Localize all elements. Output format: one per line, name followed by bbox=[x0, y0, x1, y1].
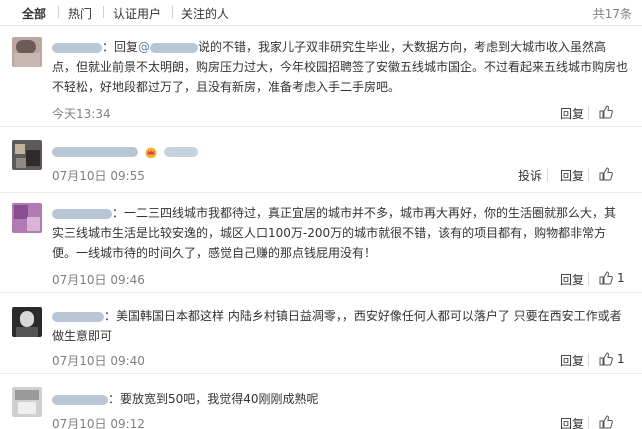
action-divider bbox=[588, 353, 589, 367]
comment-total-count: 共17条 bbox=[592, 7, 632, 21]
tab-hot[interactable]: 热门 bbox=[68, 5, 92, 22]
thumbs-up-icon[interactable] bbox=[599, 415, 613, 429]
avatar[interactable] bbox=[12, 37, 42, 67]
tab-verified-users[interactable]: 认证用户 bbox=[113, 5, 161, 22]
reply-prefix: ： bbox=[112, 206, 125, 220]
avatar[interactable] bbox=[12, 140, 42, 170]
avatar[interactable] bbox=[12, 203, 42, 233]
reply-button[interactable]: 回复 bbox=[560, 352, 584, 369]
report-button[interactable]: 投诉 bbox=[518, 167, 542, 184]
comment-body: 一二三四线城市我都待过，真正宜居的城市并不多，城市再大再好，你的生活圈就那么大，… bbox=[52, 206, 617, 260]
thumbs-up-icon[interactable] bbox=[599, 271, 613, 285]
avatar[interactable] bbox=[12, 307, 42, 337]
comment-time: 07月10日 09:55 bbox=[52, 169, 145, 183]
action-divider bbox=[588, 168, 589, 182]
mention-at[interactable]: @ bbox=[138, 40, 150, 54]
tab-divider bbox=[172, 6, 173, 18]
comment-time: 今天13:34 bbox=[52, 107, 111, 121]
username-blurred[interactable] bbox=[52, 146, 138, 157]
thumbs-up-icon[interactable] bbox=[599, 352, 613, 366]
action-divider bbox=[588, 106, 589, 120]
reply-button[interactable]: 回复 bbox=[560, 271, 584, 288]
comment-text: ：回复@ 说的不错，我家儿子双非研究生毕业，大数据方向，考虑到大城市收入虽然高点，… bbox=[52, 37, 628, 97]
username-blurred[interactable] bbox=[52, 208, 112, 219]
comment-time: 07月10日 09:40 bbox=[52, 354, 145, 368]
avatar[interactable] bbox=[12, 387, 42, 417]
comment-text bbox=[52, 141, 628, 161]
comment-body: 要放宽到50吧，我觉得40刚刚成熟呢 bbox=[120, 392, 319, 406]
reply-button[interactable]: 回复 bbox=[560, 415, 584, 429]
comment-item: 07月10日 09:55 投诉 回复 bbox=[0, 128, 642, 193]
username-blurred[interactable] bbox=[52, 42, 102, 53]
reply-prefix: ：回复 bbox=[102, 40, 139, 54]
comment-item: ：一二三四线城市我都待过，真正宜居的城市并不多，城市再大再好，你的生活圈就那么大… bbox=[0, 194, 642, 293]
mentioned-user-blurred[interactable] bbox=[150, 42, 199, 53]
tab-divider bbox=[58, 6, 59, 18]
comment-text: ：要放宽到50吧，我觉得40刚刚成熟呢 bbox=[52, 389, 628, 409]
comment-item: ：要放宽到50吧，我觉得40刚刚成熟呢 07月10日 09:12 回复 bbox=[0, 375, 642, 429]
comment-text: ：美国韩国日本都这样 内陆乡村镇日益凋零，，西安好像任何人都可以落户了 只要在西… bbox=[52, 306, 628, 346]
comment-text: ：一二三四线城市我都待过，真正宜居的城市并不多，城市再大再好，你的生活圈就那么大… bbox=[52, 203, 628, 263]
username-blurred[interactable] bbox=[52, 394, 108, 405]
comment-filter-bar: 全部 热门 认证用户 关注的人 共17条 bbox=[0, 0, 642, 26]
reply-prefix: ： bbox=[104, 309, 117, 323]
comment-time: 07月10日 09:46 bbox=[52, 273, 145, 287]
action-divider bbox=[547, 168, 548, 182]
thumbs-up-icon[interactable] bbox=[599, 105, 613, 119]
reply-button[interactable]: 回复 bbox=[560, 167, 584, 184]
like-count: 1 bbox=[617, 352, 625, 366]
tab-following[interactable]: 关注的人 bbox=[181, 5, 229, 22]
reply-prefix: ： bbox=[108, 392, 121, 406]
action-divider bbox=[588, 272, 589, 286]
comment-time: 07月10日 09:12 bbox=[52, 417, 145, 429]
tab-divider bbox=[103, 6, 104, 18]
username-blurred[interactable] bbox=[52, 311, 104, 322]
comment-item: ：回复@ 说的不错，我家儿子双非研究生毕业，大数据方向，考虑到大城市收入虽然高点，… bbox=[0, 27, 642, 127]
comment-item: ：美国韩国日本都这样 内陆乡村镇日益凋零，，西安好像任何人都可以落户了 只要在西… bbox=[0, 294, 642, 374]
crown-badge-icon bbox=[145, 147, 157, 158]
thumbs-up-icon[interactable] bbox=[599, 167, 613, 181]
tab-all[interactable]: 全部 bbox=[22, 5, 46, 22]
like-count: 1 bbox=[617, 271, 625, 285]
blurred-text bbox=[163, 146, 198, 157]
comment-body: 美国韩国日本都这样 内陆乡村镇日益凋零，，西安好像任何人都可以落户了 只要在西安… bbox=[52, 309, 622, 343]
action-divider bbox=[588, 416, 589, 429]
reply-button[interactable]: 回复 bbox=[560, 105, 584, 122]
